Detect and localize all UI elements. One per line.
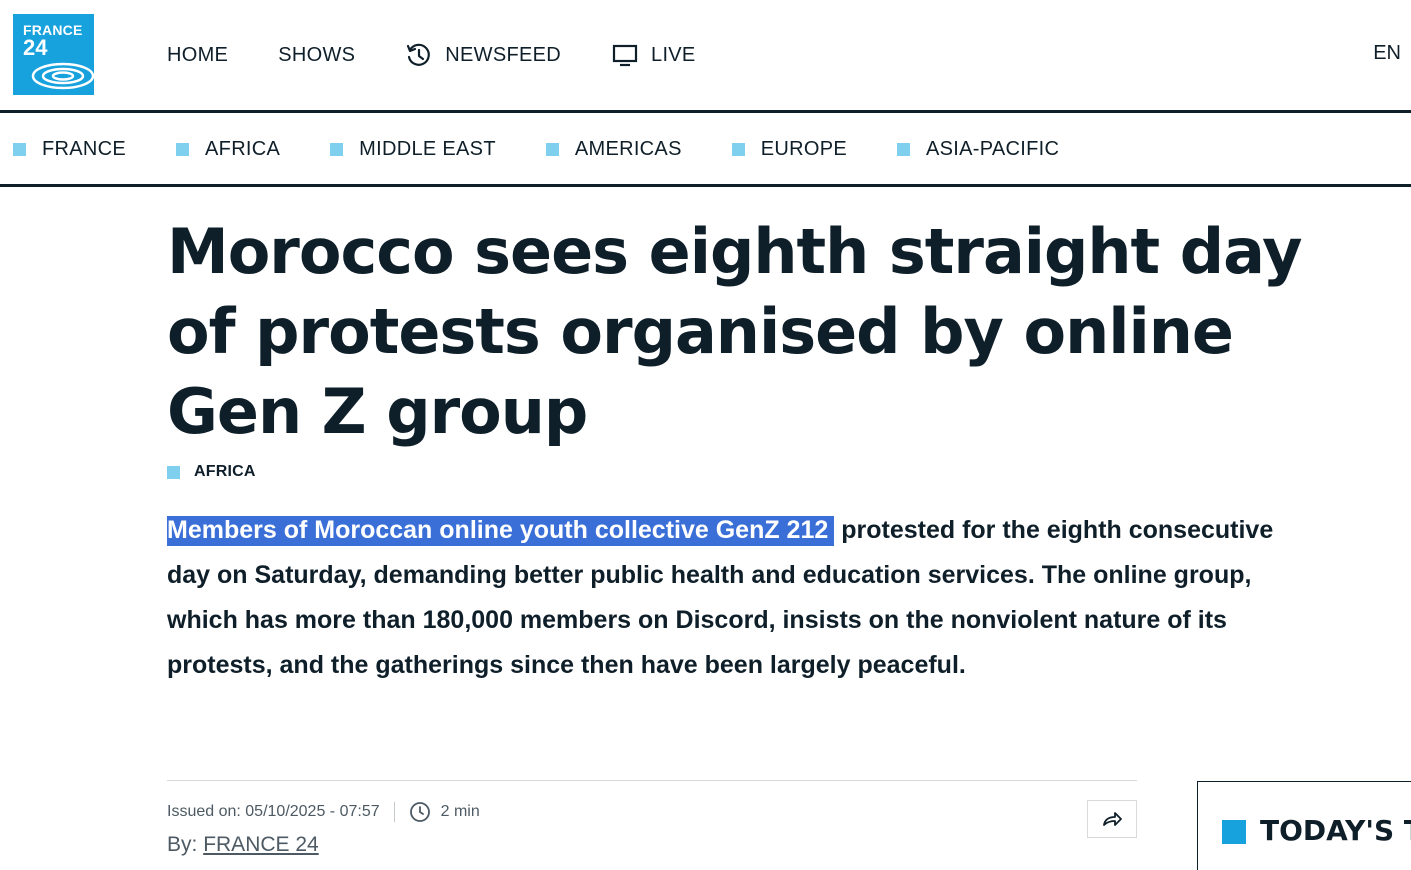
- nav-shows[interactable]: SHOWS: [278, 44, 355, 67]
- top-header: FRANCE 24 HOME SHOWS NEWSFEED LIVE EN: [0, 0, 1411, 110]
- language-switcher[interactable]: EN: [1373, 42, 1401, 65]
- section-label: AMERICAS: [574, 137, 682, 160]
- share-arrow-icon: [1103, 812, 1122, 826]
- france24-logo[interactable]: FRANCE 24: [13, 14, 94, 95]
- nav-home[interactable]: HOME: [167, 44, 228, 67]
- section-label: FRANCE: [42, 137, 127, 160]
- section-europe[interactable]: EUROPE: [731, 137, 847, 161]
- section-navigation: FRANCE AFRICA MIDDLE EAST AMERICAS EUROP…: [13, 113, 1109, 185]
- section-africa[interactable]: AFRICA: [176, 138, 280, 161]
- selected-text[interactable]: Members of Moroccan online youth collect…: [167, 516, 835, 546]
- tv-icon: [612, 44, 638, 67]
- article-lead: Members of Moroccan online youth collect…: [167, 508, 1307, 688]
- section-middle-east[interactable]: MIDDLE EAST: [330, 138, 496, 161]
- section-nav-divider: [0, 184, 1411, 187]
- nav-shows-label: SHOWS: [278, 43, 356, 66]
- meta-divider: [167, 780, 1137, 781]
- author-link[interactable]: FRANCE 24: [203, 833, 319, 856]
- byline-label: By:: [167, 833, 198, 856]
- main-navigation: HOME SHOWS NEWSFEED LIVE: [167, 38, 746, 72]
- article-category-label: AFRICA: [194, 463, 256, 480]
- widget-square-icon: [1222, 820, 1246, 844]
- section-square-icon: [330, 142, 344, 156]
- nav-live-label: LIVE: [651, 43, 696, 66]
- article-category-link[interactable]: AFRICA: [167, 463, 256, 481]
- article-meta: Issued on: 05/10/2025 - 07:57 2 min: [167, 801, 480, 823]
- section-square-icon: [896, 142, 910, 156]
- nav-home-label: HOME: [167, 43, 229, 66]
- logo-text-24: 24: [23, 35, 48, 60]
- section-asia-pacific[interactable]: ASIA-PACIFIC: [896, 137, 1060, 161]
- article-headline: Morocco sees eighth straight day of prot…: [167, 215, 1303, 448]
- clock-icon: [409, 802, 430, 822]
- section-label: MIDDLE EAST: [359, 137, 496, 160]
- section-square-icon: [13, 142, 26, 156]
- share-button[interactable]: [1087, 800, 1137, 838]
- meta-separator: [393, 802, 395, 822]
- todays-top-widget: TODAY'S T: [1197, 781, 1411, 870]
- nav-live[interactable]: LIVE: [611, 41, 696, 69]
- section-square-icon: [545, 142, 559, 156]
- nav-newsfeed[interactable]: NEWSFEED: [405, 41, 561, 69]
- section-label: AFRICA: [205, 137, 281, 160]
- section-france[interactable]: FRANCE: [13, 138, 126, 161]
- section-square-icon: [176, 142, 190, 156]
- section-americas[interactable]: AMERICAS: [545, 137, 682, 161]
- section-square-icon: [731, 142, 745, 156]
- category-square-icon: [167, 465, 180, 479]
- read-time: 2 min: [440, 803, 480, 820]
- widget-title: TODAY'S T: [1260, 814, 1411, 847]
- section-label: EUROPE: [760, 137, 847, 160]
- history-clock-icon: [407, 43, 431, 66]
- section-label: ASIA-PACIFIC: [925, 137, 1060, 160]
- nav-newsfeed-label: NEWSFEED: [445, 43, 562, 66]
- issued-on: Issued on: 05/10/2025 - 07:57: [167, 803, 380, 820]
- article-byline: By: FRANCE 24: [167, 833, 319, 857]
